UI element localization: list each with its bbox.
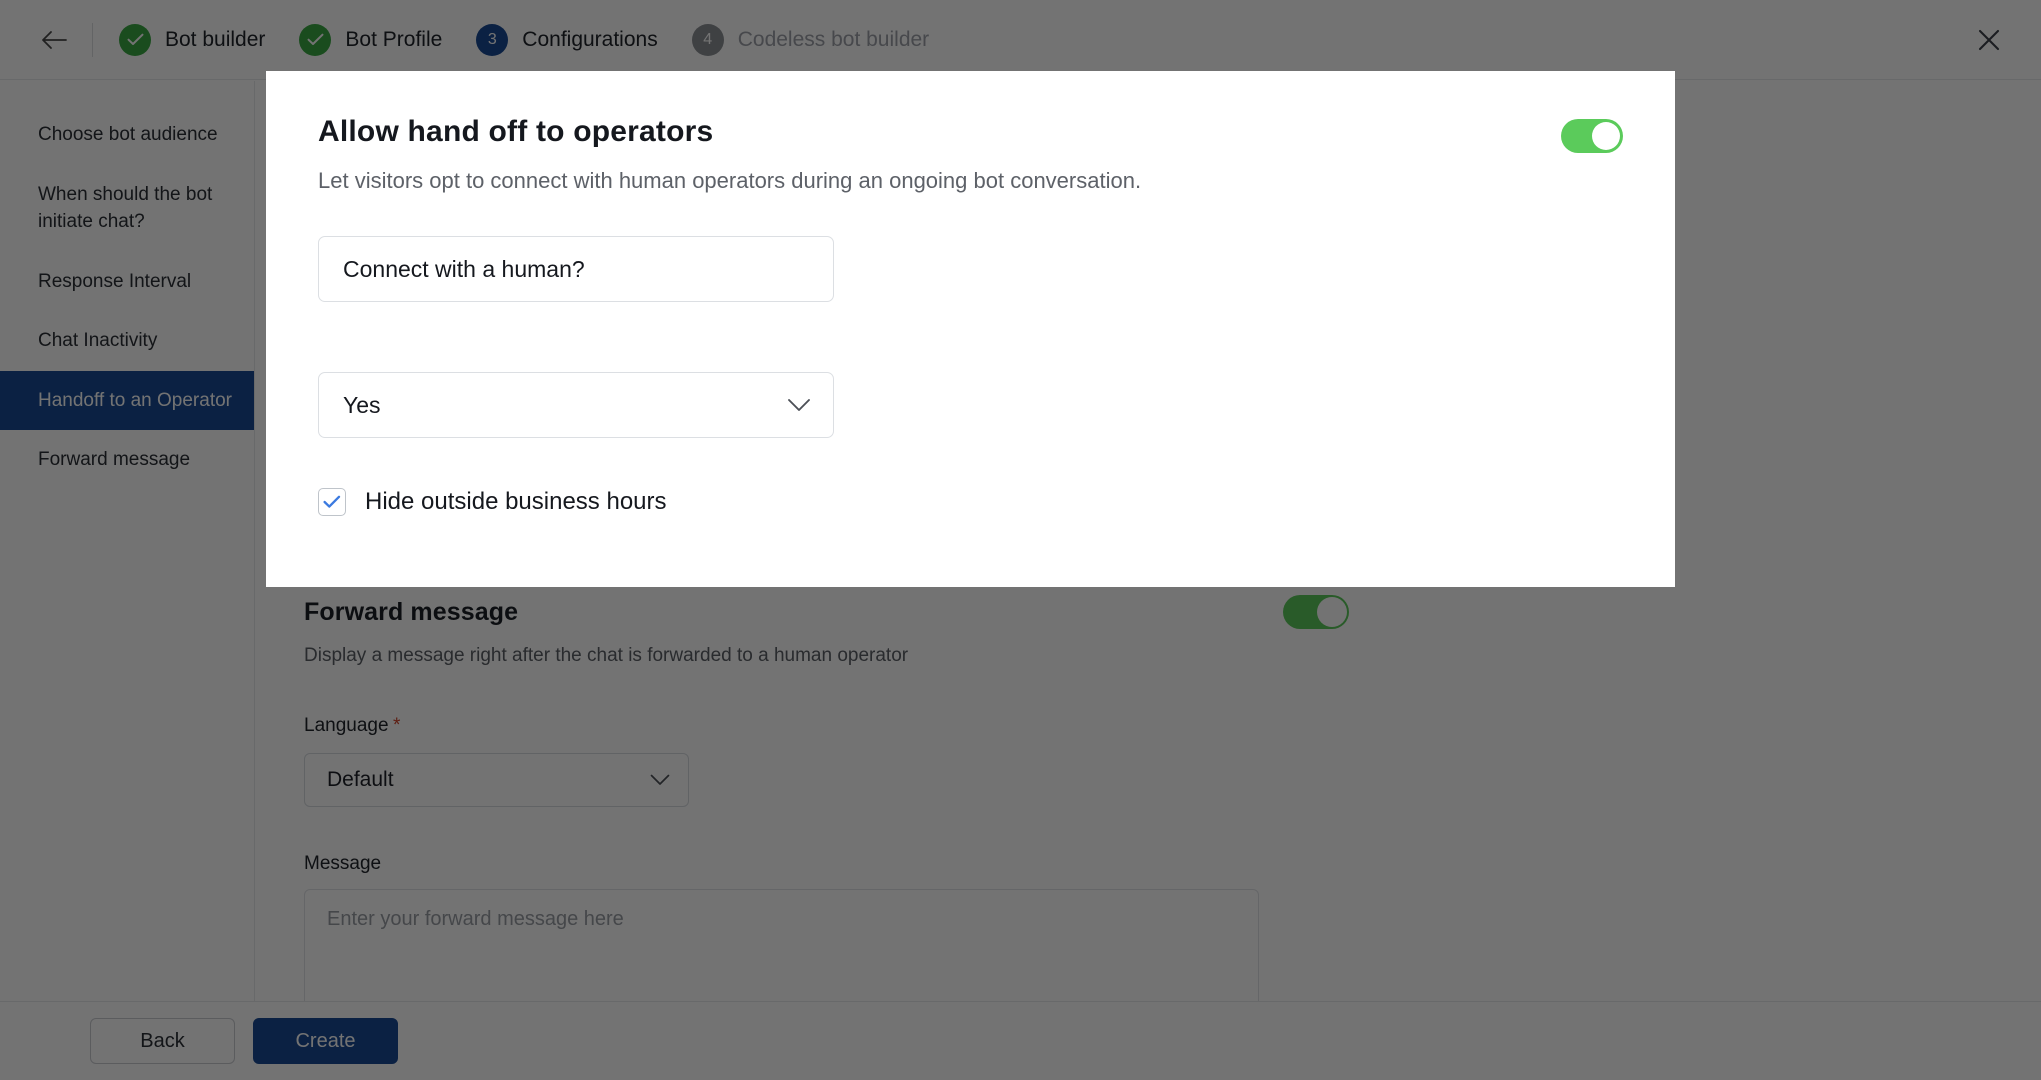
section-title: Forward message [304, 598, 518, 627]
language-label: Language [304, 715, 389, 736]
required-indicator: * [393, 715, 400, 736]
message-label: Message [304, 853, 381, 874]
wizard-step-configurations[interactable]: 3 Configurations [476, 24, 657, 56]
toggle-knob [1317, 597, 1347, 627]
sidebar-item-response-interval[interactable]: Response Interval [0, 252, 254, 312]
sidebar-item-label: Handoff to an Operator [38, 390, 232, 411]
check-icon [119, 24, 151, 56]
sidebar-item-label: Chat Inactivity [38, 330, 157, 351]
check-icon [299, 24, 331, 56]
wizard-step-label: Bot Profile [345, 28, 442, 52]
wizard-step-bot-builder[interactable]: Bot builder [119, 24, 265, 56]
toggle-knob [1592, 122, 1620, 150]
sidebar-item-label: When should the bot initiate chat? [38, 184, 212, 233]
hide-outside-business-hours-row: Hide outside business hours [318, 488, 1623, 516]
wizard-header: Bot builder Bot Profile 3 Configurations [0, 0, 2041, 80]
sidebar-item-forward-message[interactable]: Forward message [0, 430, 254, 490]
header-divider [92, 23, 93, 57]
modal-subtitle: Let visitors opt to connect with human o… [318, 168, 1141, 194]
create-button-label: Create [295, 1030, 355, 1053]
wizard-footer: Back Create [0, 1001, 2041, 1080]
chevron-down-icon [650, 774, 670, 786]
step-number-badge: 3 [476, 24, 508, 56]
modal-header: Allow hand off to operators Let visitors… [318, 115, 1623, 194]
sidebar-item-label: Forward message [38, 449, 190, 470]
sidebar-item-when-should-the-bot-initiate-chat[interactable]: When should the bot initiate chat? [0, 165, 254, 252]
modal-title: Allow hand off to operators [318, 115, 1141, 149]
sidebar-item-handoff-to-an-operator[interactable]: Handoff to an Operator [0, 371, 254, 431]
chevron-down-icon [787, 398, 811, 412]
handoff-prompt-input[interactable]: Connect with a human? [318, 236, 834, 302]
language-select-value: Default [327, 768, 394, 792]
wizard-step-label: Configurations [522, 28, 657, 52]
sidebar-item-chat-inactivity[interactable]: Chat Inactivity [0, 311, 254, 371]
wizard-step-bot-profile[interactable]: Bot Profile [299, 24, 442, 56]
language-select[interactable]: Default [304, 753, 689, 807]
wizard-steps: Bot builder Bot Profile 3 Configurations [119, 24, 929, 56]
forward-message-textarea[interactable]: Enter your forward message here [304, 889, 1259, 1001]
forward-message-placeholder: Enter your forward message here [327, 908, 624, 930]
back-button[interactable]: Back [90, 1018, 235, 1064]
step-number-badge: 4 [692, 24, 724, 56]
wizard-step-label: Codeless bot builder [738, 28, 929, 52]
sidebar-item-choose-bot-audience[interactable]: Choose bot audience [0, 105, 254, 165]
handoff-option-value: Yes [343, 392, 381, 419]
create-button[interactable]: Create [253, 1018, 398, 1064]
wizard-step-codeless-bot-builder[interactable]: 4 Codeless bot builder [692, 24, 929, 56]
sidebar-item-label: Response Interval [38, 271, 191, 292]
config-sidebar: Choose bot audience When should the bot … [0, 81, 255, 1001]
wizard-step-label: Bot builder [165, 28, 265, 52]
forward-message-toggle[interactable] [1283, 595, 1349, 629]
app-root: Bot builder Bot Profile 3 Configurations [0, 0, 2041, 1080]
back-arrow-icon[interactable] [34, 20, 74, 60]
hide-outside-business-hours-label[interactable]: Hide outside business hours [365, 488, 667, 516]
hide-outside-business-hours-checkbox[interactable] [318, 488, 346, 516]
close-icon[interactable] [1969, 20, 2009, 60]
sidebar-item-label: Choose bot audience [38, 124, 218, 145]
handoff-enable-toggle[interactable] [1561, 119, 1623, 153]
forward-message-section: Forward message Display a message right … [304, 595, 2041, 1001]
back-button-label: Back [140, 1030, 184, 1053]
section-subtitle: Display a message right after the chat i… [304, 645, 2041, 667]
handoff-to-operators-modal: Allow hand off to operators Let visitors… [266, 71, 1675, 587]
handoff-option-select[interactable]: Yes [318, 372, 834, 438]
handoff-prompt-value: Connect with a human? [343, 256, 585, 283]
